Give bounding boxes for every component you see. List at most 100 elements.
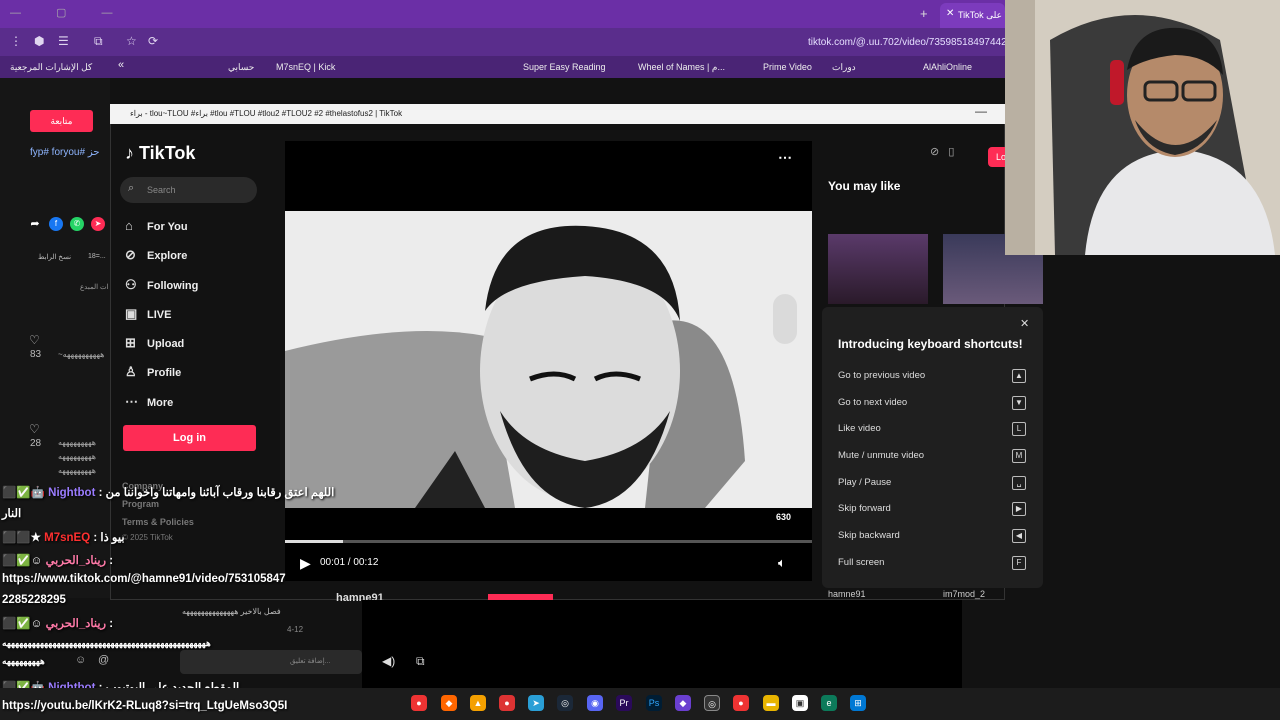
search-input[interactable]: Search (120, 177, 257, 203)
steam-icon[interactable]: ◎ (557, 695, 573, 711)
key-left-icon: ◀ (1012, 529, 1026, 543)
photoshop-icon[interactable]: Ps (646, 695, 662, 711)
picture-in-picture-icon[interactable]: ⧉ (416, 654, 425, 669)
minimize-icon[interactable]: — (975, 104, 987, 118)
new-tab-button[interactable]: + (920, 6, 928, 21)
extension-icon[interactable]: ⬢ (34, 34, 44, 48)
bookmark-reading[interactable]: Super Easy Reading (523, 62, 606, 72)
bookmark-account[interactable]: حسابي (228, 62, 254, 73)
nav-profile[interactable]: ♙ Profile (125, 364, 181, 384)
logo-text: TikTok (139, 143, 196, 163)
vlc-icon[interactable]: ▲ (470, 695, 486, 711)
volume-icon[interactable]: ◀︎) (382, 654, 395, 668)
copy-link-button[interactable]: نسخ الرابط (38, 253, 71, 261)
chat-text: اللهم اعتق رقابنا ورقاب آبائنا وامهاتنا … (105, 487, 335, 499)
heart-icon[interactable]: ♡ (29, 422, 40, 436)
badge-icons: ⬛⬛★ (2, 532, 45, 544)
video-bottom-area (362, 600, 962, 688)
webcam-overlay (1005, 0, 1280, 255)
nav-upload[interactable]: ⊞ Upload (125, 335, 184, 355)
recommended-author[interactable]: im7mod_2 (943, 589, 985, 599)
follow-button[interactable]: متابعة (30, 110, 93, 132)
shortcut-label: Skip backward (838, 530, 900, 541)
more-options-icon[interactable]: ⋯ (778, 149, 792, 166)
nav-following[interactable]: ⚇ Following (125, 277, 198, 297)
nav-live[interactable]: ▣ LIVE (125, 306, 171, 326)
mention-icon[interactable]: @ (98, 654, 109, 666)
comment-text: هههههههههه (58, 466, 97, 475)
chat-message: ⬛✅🤖 Nightbot : اللهم اعتق رقابنا ورقاب آ… (2, 487, 335, 499)
search-icon: ⌕ (128, 182, 135, 194)
windows-icon[interactable]: ⊞ (850, 695, 866, 711)
footer-terms[interactable]: Terms & Policies (122, 517, 194, 527)
star-icon[interactable]: ☆ (126, 34, 137, 48)
nav-label: Following (147, 280, 199, 292)
progress-bar[interactable] (285, 540, 812, 543)
window-controls[interactable]: — ▢ — (10, 6, 129, 19)
shortcut-label: Full screen (838, 557, 885, 568)
navigation-pill[interactable] (773, 294, 797, 344)
nav-label: LIVE (147, 309, 172, 321)
send-icon[interactable]: ➤ (91, 217, 105, 231)
key-f-icon: F (1012, 556, 1026, 570)
bookmark-kick[interactable]: M7snEQ | Kick (276, 62, 335, 72)
brave-icon[interactable]: ◆ (441, 695, 457, 711)
more-icon: ⋯ (125, 394, 138, 409)
app-icon[interactable]: ◆ (675, 695, 691, 711)
login-button[interactable]: Log in (123, 425, 256, 451)
video-frame[interactable] (285, 211, 812, 508)
recommended-author[interactable]: hamne91 (828, 589, 866, 599)
compass-icon[interactable]: ⊘ (930, 146, 939, 158)
telegram-icon[interactable]: ➤ (528, 695, 544, 711)
recommended-thumbnail[interactable] (828, 234, 928, 304)
menu-icon[interactable]: ⋮ (10, 34, 22, 48)
discord-icon[interactable]: ◉ (587, 695, 603, 711)
store-icon[interactable]: ▣ (792, 695, 808, 711)
edge-icon[interactable]: e (821, 695, 837, 711)
bookmark-wheel[interactable]: Wheel of Names | م... (638, 62, 725, 73)
close-tab-icon[interactable]: ✕ (946, 8, 954, 19)
facebook-icon[interactable]: f (49, 217, 63, 231)
bookmark-courses[interactable]: دورات (832, 62, 856, 73)
tiktok-note-icon: ♪ (125, 143, 134, 163)
heart-icon[interactable]: ♡ (29, 333, 40, 347)
volume-icon[interactable]: 🔈︎ (778, 555, 786, 571)
share-page-icon[interactable]: ⧉ (94, 34, 103, 49)
nav-label: For You (147, 221, 188, 233)
device-icon[interactable]: ▯ (948, 146, 954, 158)
key-up-icon: ▲ (1012, 369, 1026, 383)
whatsapp-icon[interactable]: ✆ (70, 217, 84, 231)
folder-icon[interactable]: ▬ (763, 695, 779, 711)
like-count: 83 (30, 349, 42, 360)
following-icon: ⚇ (125, 277, 137, 292)
close-icon[interactable]: ✕ (1020, 317, 1029, 330)
settings-icon[interactable]: ☰ (58, 34, 69, 48)
shortcut-row: Play / Pause ␣ (838, 476, 1026, 493)
nav-for-you[interactable]: ⌂ For You (125, 218, 188, 238)
obs-icon[interactable]: ◎ (704, 695, 720, 711)
footer-program[interactable]: Program (122, 499, 159, 509)
nav-more[interactable]: ⋯ More (125, 394, 173, 414)
premiere-icon[interactable]: Pr (616, 695, 632, 711)
emoji-icon[interactable]: ☺ (75, 654, 86, 666)
shortcut-row: Like video L (838, 422, 1026, 439)
app-icon[interactable]: ● (499, 695, 515, 711)
bookmark-all[interactable]: كل الإشارات المرجعية (10, 62, 92, 73)
key-right-icon: ▶ (1012, 502, 1026, 516)
bookmark-prime[interactable]: Prime Video (763, 62, 812, 72)
tiktok-logo[interactable]: ♪ TikTok (125, 143, 195, 164)
bookmark-ahli[interactable]: AlAhliOnline (923, 62, 972, 72)
shortcut-label: Mute / unmute video (838, 450, 925, 461)
chrome-icon[interactable]: ● (733, 695, 749, 711)
shortcut-label: Skip forward (838, 503, 891, 514)
chrome-icon[interactable]: ● (411, 695, 427, 711)
nav-explore[interactable]: ⊘ Explore (125, 247, 187, 267)
play-icon[interactable]: ▶ (300, 555, 311, 572)
comment-text: هههههههههه (58, 452, 97, 461)
reload-icon[interactable]: ⟳ (148, 34, 158, 48)
hashtags[interactable]: fyp# foryou# حز (30, 147, 100, 158)
chevron-left-icon[interactable]: « (118, 59, 124, 71)
comment-input[interactable]: إضافة تعليق... (180, 650, 362, 674)
share-arrow-icon[interactable]: ➦ (28, 217, 42, 231)
url-field[interactable]: tiktok.com/@.uu.702/video/73598518497442… (808, 37, 1005, 48)
